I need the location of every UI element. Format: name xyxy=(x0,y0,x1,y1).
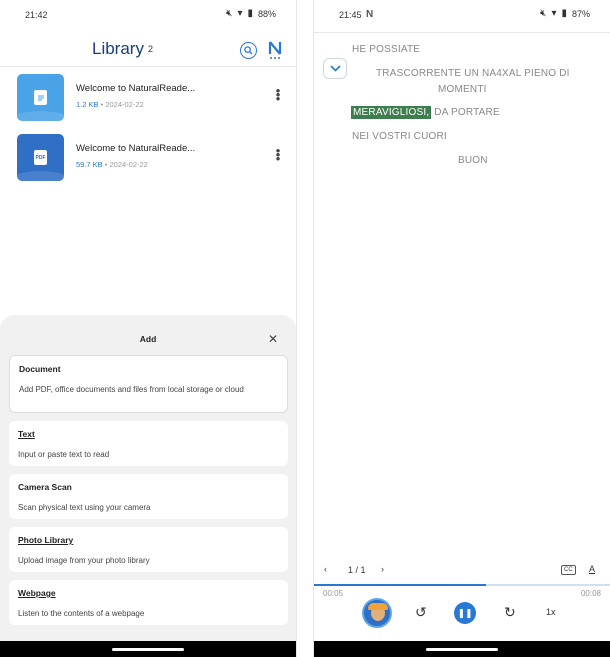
naturalreader-logo-icon[interactable] xyxy=(268,40,282,60)
reader-line: NEI VOSTRI CUORI xyxy=(352,131,447,142)
search-button[interactable] xyxy=(240,42,257,59)
reader-line: BUON xyxy=(458,155,488,166)
status-icons: 🔇︎ ▾ ▮ 88% xyxy=(226,8,276,20)
pause-icon: ❚❚ xyxy=(457,607,473,618)
file-date: 2024-02-22 xyxy=(109,160,148,169)
battery-icon: ▮ xyxy=(247,8,253,19)
home-handle[interactable] xyxy=(112,648,184,651)
option-title: Document xyxy=(19,364,61,374)
reader-line: MOMENTI xyxy=(438,84,487,95)
file-size: 1.2 KB xyxy=(76,100,99,109)
text-size-icon[interactable]: A xyxy=(589,564,595,574)
wifi-icon: ▾ xyxy=(551,8,557,19)
list-item[interactable]: PDF Welcome to NaturalReade... 59.7 KB •… xyxy=(0,127,296,183)
battery-icon: ▮ xyxy=(561,8,567,19)
pause-button[interactable]: ❚❚ xyxy=(454,602,476,624)
file-date: 2024-02-22 xyxy=(105,100,144,109)
battery-level: 88% xyxy=(257,9,276,19)
playback-speed[interactable]: 1x xyxy=(546,607,556,617)
page-title: Library xyxy=(92,39,144,58)
file-name: Welcome to NaturalReade... xyxy=(76,143,196,154)
option-desc: Input or paste text to read xyxy=(18,450,110,459)
page-indicator: 1 / 1 xyxy=(348,565,366,575)
file-thumbnail: PDF xyxy=(17,134,64,181)
elapsed-time: 00:05 xyxy=(323,589,344,598)
option-desc: Listen to the contents of a webpage xyxy=(18,609,145,618)
add-option-document[interactable]: Document Add PDF, office documents and f… xyxy=(9,355,288,413)
sheet-title: Add xyxy=(139,334,157,344)
file-size: 59.7 KB xyxy=(76,160,103,169)
chevron-right-icon[interactable]: › xyxy=(381,564,384,574)
library-screen: 21:42 🔇︎ ▾ ▮ 88% Library 2 Welcome to Na… xyxy=(0,0,297,657)
home-handle[interactable] xyxy=(426,648,498,651)
file-name: Welcome to NaturalReade... xyxy=(76,83,196,94)
option-desc: Add PDF, office documents and files from… xyxy=(19,385,244,394)
library-count: 2 xyxy=(148,44,154,54)
closed-caption-icon[interactable]: CC xyxy=(561,565,576,575)
pdf-icon: PDF xyxy=(34,150,47,165)
mute-icon: 🔇︎ xyxy=(226,8,233,19)
add-option-camera-scan[interactable]: Camera Scan Scan physical text using you… xyxy=(9,474,288,519)
status-time: 21:45 xyxy=(339,10,362,20)
playback-progress-fill xyxy=(314,584,486,586)
playback-progress[interactable] xyxy=(314,584,610,586)
system-nav-bar xyxy=(0,641,296,657)
chevron-down-icon[interactable] xyxy=(323,58,347,79)
reader-line: TRASCORRENTE UN NA4XAL PIENO DI xyxy=(376,68,570,79)
chevron-left-icon[interactable]: ‹ xyxy=(324,564,327,574)
status-icons: 🔇︎ ▾ ▮ 87% xyxy=(540,8,590,20)
option-title: Text xyxy=(18,429,35,439)
document-icon xyxy=(34,90,47,105)
library-header: Library 2 xyxy=(0,36,296,64)
total-time: 00:08 xyxy=(580,589,601,598)
forward-icon[interactable]: ↻ xyxy=(504,604,516,621)
file-meta: 1.2 KB • 2024-02-22 xyxy=(76,100,144,109)
add-option-text[interactable]: Text Input or paste text to read xyxy=(9,421,288,466)
add-option-webpage[interactable]: Webpage Listen to the contents of a webp… xyxy=(9,580,288,625)
reader-line: MERAVIGLIOSI, DA PORTARE xyxy=(351,106,500,119)
reader-screen: 21:45 N 🔇︎ ▾ ▮ 87% HE POSSIATE TRASCORRE… xyxy=(313,0,610,657)
system-nav-bar xyxy=(314,641,610,657)
more-vert-icon[interactable]: • • • xyxy=(275,144,281,165)
status-bar: 21:45 N 🔇︎ ▾ ▮ 87% xyxy=(314,0,610,30)
search-icon xyxy=(244,46,253,55)
status-bar: 21:42 🔇︎ ▾ ▮ 88% xyxy=(0,0,296,30)
battery-level: 87% xyxy=(571,9,590,19)
status-time: 21:42 xyxy=(25,10,48,20)
mute-icon: 🔇︎ xyxy=(540,8,547,19)
option-title: Photo Library xyxy=(18,535,74,545)
option-desc: Upload image from your photo library xyxy=(18,556,150,565)
naturalreader-status-icon: N xyxy=(366,9,374,20)
option-title: Camera Scan xyxy=(18,482,72,492)
option-desc: Scan physical text using your camera xyxy=(18,503,151,512)
wifi-icon: ▾ xyxy=(237,8,243,19)
option-title: Webpage xyxy=(18,588,56,598)
list-item[interactable]: Welcome to NaturalReade... 1.2 KB • 2024… xyxy=(0,67,296,123)
add-option-photo-library[interactable]: Photo Library Upload image from your pho… xyxy=(9,527,288,572)
rewind-icon[interactable]: ↺ xyxy=(415,604,427,621)
reader-toolbar: ‹ 1 / 1 › CC A xyxy=(314,564,610,580)
current-word-highlight[interactable]: MERAVIGLIOSI, xyxy=(351,106,432,119)
more-vert-icon[interactable]: • • • xyxy=(275,84,281,105)
file-meta: 59.7 KB • 2024-02-22 xyxy=(76,160,148,169)
file-thumbnail xyxy=(17,74,64,121)
reader-line: HE POSSIATE xyxy=(352,44,421,55)
voice-avatar[interactable] xyxy=(362,598,392,628)
close-icon[interactable]: ✕ xyxy=(268,332,278,346)
